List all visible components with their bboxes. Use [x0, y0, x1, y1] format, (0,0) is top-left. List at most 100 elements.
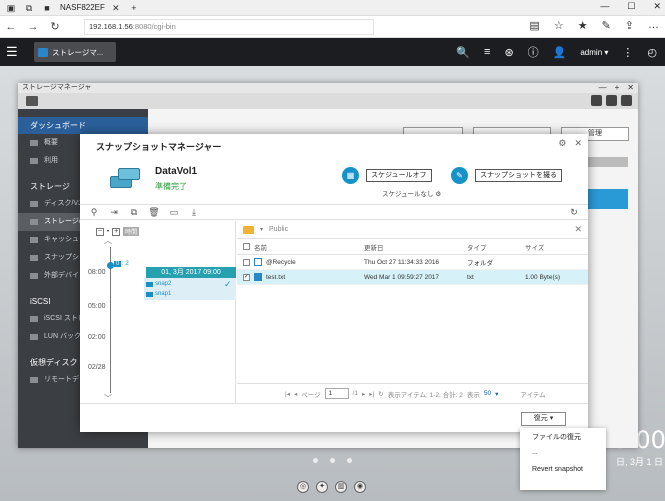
row-checkbox[interactable]: ✓	[243, 273, 250, 281]
snapshot-name: snap2	[155, 281, 172, 287]
maximize-icon[interactable]: +	[615, 83, 620, 93]
column-modified[interactable]: 更新日	[364, 242, 467, 252]
sidebar-item-icon	[30, 334, 38, 340]
main-menu-icon[interactable]: ☰	[6, 44, 28, 60]
snapshot-item[interactable]: snap1	[146, 291, 171, 297]
dock-icon[interactable]: ◉	[354, 481, 366, 493]
row-checkbox[interactable]	[243, 258, 250, 266]
restore-files-option[interactable]: ファイルの復元	[520, 428, 606, 448]
settings-icon[interactable]	[606, 95, 617, 106]
timeline-up-icon[interactable]: ︿	[104, 235, 112, 246]
snapshot-item[interactable]: snap2	[146, 281, 171, 287]
sidebar-item-icon	[30, 237, 38, 243]
page-input[interactable]: 1	[324, 388, 349, 399]
calendar-icon[interactable]: ▦	[342, 167, 359, 184]
sidebar-item-icon	[30, 316, 38, 322]
new-tab-icon[interactable]: +	[127, 1, 141, 15]
notes-icon[interactable]: ✎	[602, 19, 611, 32]
minimize-icon[interactable]: —	[600, 1, 609, 12]
external-devices-icon[interactable]: ⊛	[504, 46, 513, 59]
event-notifications-icon[interactable]: ⓘ	[528, 44, 539, 60]
dock-icon[interactable]: ▥	[335, 481, 347, 493]
zoom-in-icon[interactable]: +	[112, 227, 121, 236]
address-bar: ← → ↻ 192.168.1.56:8080/cgi-bin ▤ ☆ ★ ✎ …	[0, 16, 665, 38]
restore-snapshot-icon[interactable]: ⇥	[108, 207, 120, 218]
tab-title[interactable]: NASF822EF	[60, 3, 105, 12]
admin-menu[interactable]: admin ▾	[580, 48, 608, 57]
dialog-title: スナップショットマネージャー	[96, 142, 222, 152]
dock-icon[interactable]: ✦	[316, 481, 328, 493]
dock-icon[interactable]: ◎	[297, 481, 309, 493]
favorite-star-icon[interactable]: ☆	[554, 19, 564, 32]
column-name[interactable]: 名前	[254, 242, 364, 252]
user-icon[interactable]: 👤	[553, 46, 567, 59]
close-window-icon[interactable]: ✕	[653, 1, 661, 12]
take-snapshot-icon[interactable]: ✎	[451, 167, 468, 184]
tab-close-icon[interactable]: ✕	[109, 1, 123, 15]
last-page-icon[interactable]: ▸|	[369, 390, 374, 398]
app-taskbar-tab[interactable]: ストレージマ...	[34, 42, 116, 62]
storage-icon[interactable]	[591, 95, 602, 106]
text-file-icon	[254, 273, 262, 281]
minimize-icon[interactable]: —	[599, 83, 607, 93]
options-icon[interactable]: ⋮	[622, 46, 633, 59]
refresh-icon[interactable]: ↻	[44, 20, 66, 33]
table-row[interactable]: ✓ test.txt Wed Mar 1 09:59:27 2017 txt 1…	[237, 270, 588, 285]
next-page-icon[interactable]: ▸	[362, 390, 365, 398]
more-icon[interactable]: …	[648, 19, 659, 32]
table-row[interactable]: @Recycle Thu Oct 27 11:34:33 2016 フォルダ	[237, 255, 588, 270]
page-dot[interactable]	[347, 458, 352, 463]
page-label: ページ	[301, 391, 321, 399]
sidebar-item-icon	[30, 219, 38, 225]
select-all-checkbox[interactable]	[243, 243, 250, 250]
background-tasks-icon[interactable]: ≡	[484, 46, 490, 58]
refresh-list-icon[interactable]: ↻	[378, 390, 383, 398]
per-page-dropdown-icon[interactable]: ▾	[495, 390, 498, 398]
clone-icon[interactable]: ⧉	[128, 207, 140, 218]
file-size: 1.00 Byte(s)	[525, 273, 561, 281]
schedule-settings-icon[interactable]: ⚙	[435, 191, 441, 198]
per-page-select[interactable]: 50	[484, 390, 491, 397]
reading-view-icon[interactable]: ▤	[529, 19, 539, 32]
share-icon[interactable]: ⇪	[625, 19, 634, 32]
search-icon[interactable]: 🔍	[456, 46, 470, 59]
favorites-icon[interactable]: ★	[578, 19, 588, 32]
page-dot[interactable]	[330, 458, 335, 463]
file-name: test.txt	[266, 273, 286, 281]
path-dropdown-icon[interactable]: ▾	[260, 226, 263, 233]
restore-button[interactable]: 復元 ▾	[521, 412, 566, 426]
prev-page-icon[interactable]: ◂	[294, 390, 297, 398]
column-size[interactable]: サイズ	[525, 242, 585, 252]
help-icon[interactable]	[621, 95, 632, 106]
first-page-icon[interactable]: |◂	[285, 390, 290, 398]
timeline-marker[interactable]	[107, 262, 114, 269]
schedule-off-button[interactable]: スケジュールオフ	[366, 169, 432, 182]
close-icon[interactable]: ✕	[627, 83, 634, 93]
forward-icon[interactable]: →	[22, 21, 44, 33]
close-path-icon[interactable]: ✕	[574, 224, 582, 235]
volume-status: 準備完了	[155, 182, 187, 191]
close-icon[interactable]: ✕	[574, 138, 582, 149]
zoom-out-icon[interactable]: −	[96, 227, 104, 236]
revert-snapshot-option[interactable]: Revert snapshot	[520, 460, 606, 480]
take-snapshot-button[interactable]: スナップショットを撮る	[475, 169, 562, 182]
schedule-none-text: スケジュールなし	[382, 191, 434, 198]
back-tabs-icon[interactable]: ⧉	[22, 1, 36, 15]
url-field[interactable]: 192.168.1.56:8080/cgi-bin	[84, 18, 374, 35]
folder-icon[interactable]: ▭	[168, 207, 180, 218]
page-dot[interactable]	[313, 458, 318, 463]
search-icon[interactable]: ⚲	[88, 207, 100, 218]
column-type[interactable]: タイプ	[467, 242, 525, 252]
settings-gear-icon[interactable]: ⚙	[558, 138, 566, 149]
delete-icon[interactable]: 🗑	[148, 207, 160, 218]
timeline-unit-tag[interactable]: 時間	[123, 227, 140, 236]
refresh-icon[interactable]: ↻	[568, 207, 580, 218]
download-icon[interactable]: ⤓	[188, 207, 200, 218]
tab-favicon: ■	[44, 2, 50, 13]
maximize-icon[interactable]: ☐	[627, 1, 635, 12]
dashboard-icon[interactable]: ◴	[647, 46, 657, 59]
restore-ellipsis-option[interactable]: ...	[520, 448, 606, 460]
app-grid-icon[interactable]	[26, 96, 38, 106]
sidebar-section[interactable]: ダッシュボード	[18, 117, 148, 134]
back-icon[interactable]: ←	[0, 21, 22, 33]
